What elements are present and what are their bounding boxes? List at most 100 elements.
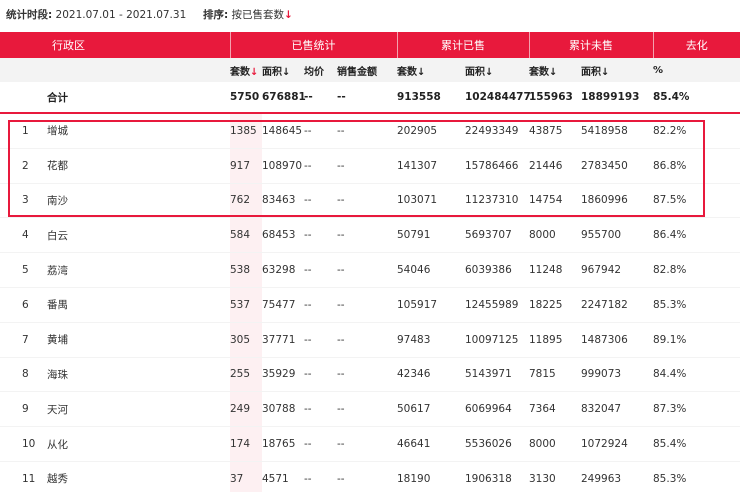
cell-sold-units: 305 <box>230 322 262 358</box>
district-name: 花都 <box>47 148 230 184</box>
header-sold-stats: 已售统计 <box>230 32 398 58</box>
cell-sold-area: 37771 <box>262 322 304 358</box>
cell-unsold-units: 8000 <box>529 217 581 254</box>
row-rank: 11 <box>0 461 47 492</box>
header-cum-unsold: 累计未售 <box>529 32 654 58</box>
cell-unsold-units: 21446 <box>529 148 581 184</box>
district-name: 黄埔 <box>47 322 230 358</box>
cell-cum-sold-units: 103071 <box>397 183 465 219</box>
district-name: 天河 <box>47 391 230 428</box>
cell-unsold-units: 3130 <box>529 461 581 492</box>
cell-sold-area: 4571 <box>262 461 304 492</box>
table-row[interactable]: 7 黄埔 305 37771 -- -- 97483 10097125 11895 1487306… <box>0 322 740 358</box>
table-row[interactable]: 4 白云 584 68453 -- -- 50791 5693707 8000 955700 86.… <box>0 217 740 254</box>
cell-sold-units: 762 <box>230 183 262 219</box>
cell-avg-price: -- <box>304 426 337 462</box>
cell-cum-sold-area: 15786466 <box>465 148 529 184</box>
cell-sold-area: 75477 <box>262 287 304 323</box>
cell-destock: 85.3% <box>653 287 696 323</box>
cell-avg-price: -- <box>304 217 337 254</box>
cell-destock: 86.8% <box>653 148 696 184</box>
cell-sold-area: 35929 <box>262 357 304 393</box>
cell-cum-sold-units: 50617 <box>397 391 465 428</box>
sort-unsold-units[interactable]: 套数↓ <box>529 58 581 82</box>
cell-cum-sold-area: 6039386 <box>465 252 529 288</box>
cell-unsold-area: 955700 <box>581 217 653 254</box>
row-rank: 10 <box>0 426 47 462</box>
cell-destock: 89.1% <box>653 322 696 358</box>
cell-avg-price: -- <box>304 322 337 358</box>
table-row[interactable]: 2 花都 917 108970 -- -- 141307 15786466 21446 27834… <box>0 148 740 184</box>
cell-unsold-units: 11248 <box>529 252 581 288</box>
cell-avg-price: -- <box>304 113 337 149</box>
district-name: 海珠 <box>47 357 230 393</box>
cell-cum-sold-units: 50791 <box>397 217 465 254</box>
cell-unsold-units: 7364 <box>529 391 581 428</box>
table-row[interactable]: 5 荔湾 538 63298 -- -- 54046 6039386 11248 967942 82… <box>0 252 740 288</box>
cell-unsold-units: 43875 <box>529 113 581 149</box>
cell-cum-sold-area: 5693707 <box>465 217 529 254</box>
cell-sold-area: 18765 <box>262 426 304 462</box>
cell-sold-units: 584 <box>230 217 262 254</box>
cell-sales-amount: -- <box>337 357 397 393</box>
table-row[interactable]: 9 天河 249 30788 -- -- 50617 6069964 7364 832047 87.… <box>0 391 740 428</box>
cell-sold-area: 148645 <box>262 113 304 149</box>
table-row[interactable]: 10 从化 174 18765 -- -- 46641 5536026 8000 1072924 8… <box>0 426 740 462</box>
sort-unsold-area[interactable]: 面积↓ <box>581 58 653 82</box>
total-label: 合计 <box>47 82 230 114</box>
row-rank: 5 <box>0 252 47 288</box>
period-label: 统计时段: <box>6 9 53 21</box>
cell-unsold-units: 8000 <box>529 426 581 462</box>
sort-cum-sold-units[interactable]: 套数↓ <box>397 58 465 82</box>
cell-sold-area: 30788 <box>262 391 304 428</box>
cell-avg-price: -- <box>304 148 337 184</box>
cell-cum-sold-units: 202905 <box>397 113 465 149</box>
cell-avg-price: -- <box>304 357 337 393</box>
sort-sold-area[interactable]: 面积↓ <box>262 58 304 82</box>
cell-sold-area: 63298 <box>262 252 304 288</box>
cell-sold-units: 37 <box>230 461 262 492</box>
cell-sold-area: 83463 <box>262 183 304 219</box>
row-rank: 6 <box>0 287 47 323</box>
cell-destock: 87.3% <box>653 391 696 428</box>
district-name: 荔湾 <box>47 252 230 288</box>
sort-value[interactable]: 按已售套数 <box>232 9 285 21</box>
cell-sales-amount: -- <box>337 217 397 254</box>
cell-sales-amount: -- <box>337 461 397 492</box>
table-row[interactable]: 3 南沙 762 83463 -- -- 103071 11237310 14754 186099… <box>0 183 740 219</box>
table-row[interactable]: 11 越秀 37 4571 -- -- 18190 1906318 3130 249963 85.3… <box>0 461 740 492</box>
cell-sales-amount: -- <box>337 113 397 149</box>
cell-unsold-area: 1072924 <box>581 426 653 462</box>
cell-destock: 85.4% <box>653 426 696 462</box>
cell-avg-price: -- <box>304 183 337 219</box>
cell-cum-sold-units: 46641 <box>397 426 465 462</box>
header-region: 行政区 <box>0 32 231 58</box>
cell-cum-sold-area: 11237310 <box>465 183 529 219</box>
row-rank: 7 <box>0 322 47 358</box>
col-pct: % <box>653 58 696 82</box>
cell-sold-units: 174 <box>230 426 262 462</box>
cell-cum-sold-area: 5143971 <box>465 357 529 393</box>
cell-cum-sold-units: 97483 <box>397 322 465 358</box>
cell-cum-sold-units: 54046 <box>397 252 465 288</box>
header-destock: 去化 <box>653 32 740 58</box>
table-row[interactable]: 1 增城 1385 148645 -- -- 202905 22493349 43875 5418… <box>0 113 740 149</box>
cell-sold-area: 108970 <box>262 148 304 184</box>
sort-cum-sold-area[interactable]: 面积↓ <box>465 58 529 82</box>
cell-destock: 86.4% <box>653 217 696 254</box>
cell-unsold-units: 11895 <box>529 322 581 358</box>
sort-arrow-icon[interactable]: ↓ <box>284 9 293 21</box>
cell-avg-price: -- <box>304 391 337 428</box>
sort-sold-units[interactable]: 套数↓ <box>230 58 262 82</box>
district-name: 越秀 <box>47 461 230 492</box>
cell-sold-units: 537 <box>230 287 262 323</box>
row-rank: 1 <box>0 113 47 149</box>
cell-cum-sold-area: 10097125 <box>465 322 529 358</box>
cell-sales-amount: -- <box>337 322 397 358</box>
cell-cum-sold-area: 6069964 <box>465 391 529 428</box>
cell-sold-units: 1385 <box>230 113 262 149</box>
table-row[interactable]: 6 番禺 537 75477 -- -- 105917 12455989 18225 224718… <box>0 287 740 323</box>
table-row[interactable]: 8 海珠 255 35929 -- -- 42346 5143971 7815 999073 84.… <box>0 357 740 393</box>
cell-sold-units: 249 <box>230 391 262 428</box>
filter-bar: 统计时段: 2021.07.01 - 2021.07.31 排序: 按已售套数↓ <box>6 7 293 22</box>
